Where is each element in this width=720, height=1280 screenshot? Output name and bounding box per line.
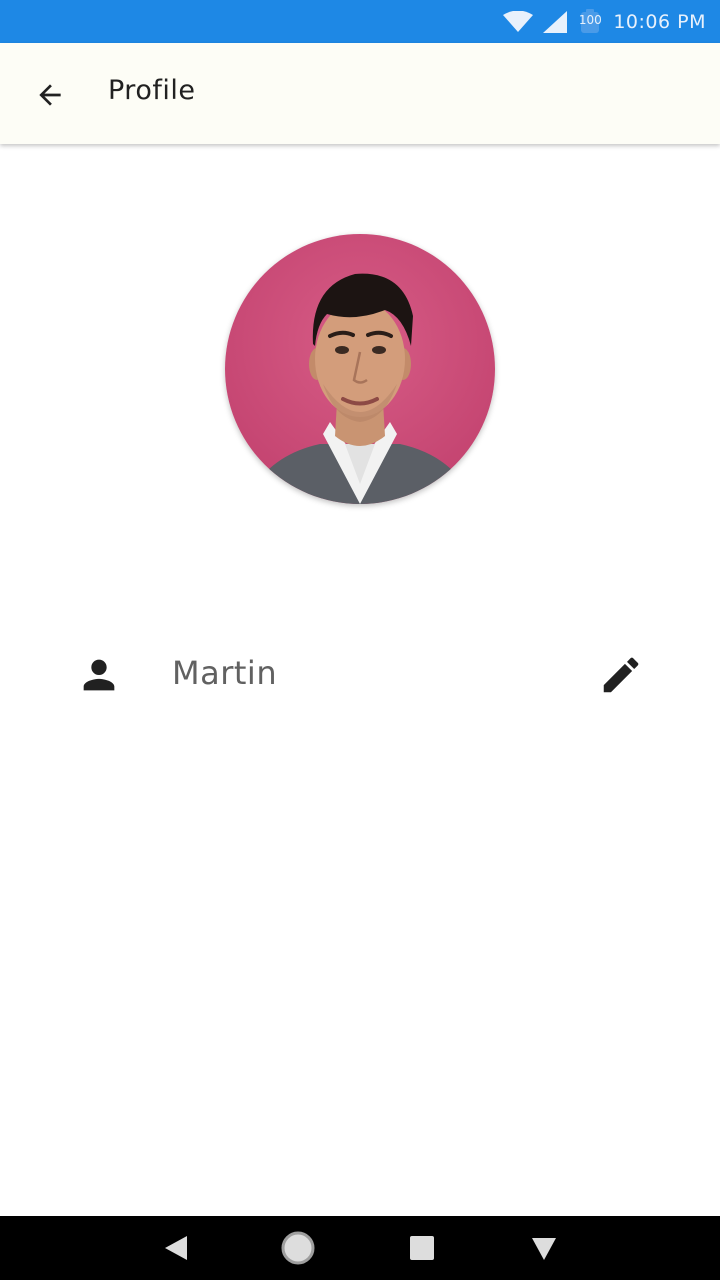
nav-dropdown-button[interactable] (524, 1228, 564, 1268)
name-row: Martin (0, 640, 720, 712)
recents-square-icon (410, 1236, 434, 1260)
page-title: Profile (108, 75, 196, 106)
back-triangle-icon (165, 1236, 187, 1260)
status-icons: 100 10:06 PM (503, 0, 706, 43)
wifi-icon (503, 10, 534, 32)
nav-recents-button[interactable] (402, 1228, 442, 1268)
navigation-bar (0, 1216, 720, 1280)
status-bar: 100 10:06 PM (0, 0, 720, 43)
dropdown-triangle-icon (532, 1238, 556, 1260)
battery-level: 100 (578, 12, 602, 27)
home-circle-icon (281, 1231, 315, 1265)
battery-icon: 100 (577, 8, 603, 35)
status-time: 10:06 PM (613, 10, 706, 33)
arrow-back-icon (39, 84, 61, 106)
signal-icon (543, 10, 568, 33)
avatar[interactable] (225, 234, 495, 504)
person-icon (83, 659, 115, 691)
nav-back-button[interactable] (156, 1228, 196, 1268)
edit-name-button[interactable] (594, 648, 648, 702)
pencil-icon (603, 657, 639, 693)
back-button[interactable] (24, 69, 76, 121)
nav-home-button[interactable] (278, 1228, 318, 1268)
profile-photo (225, 234, 495, 504)
app-bar: Profile (0, 43, 720, 144)
profile-name: Martin (172, 654, 278, 692)
